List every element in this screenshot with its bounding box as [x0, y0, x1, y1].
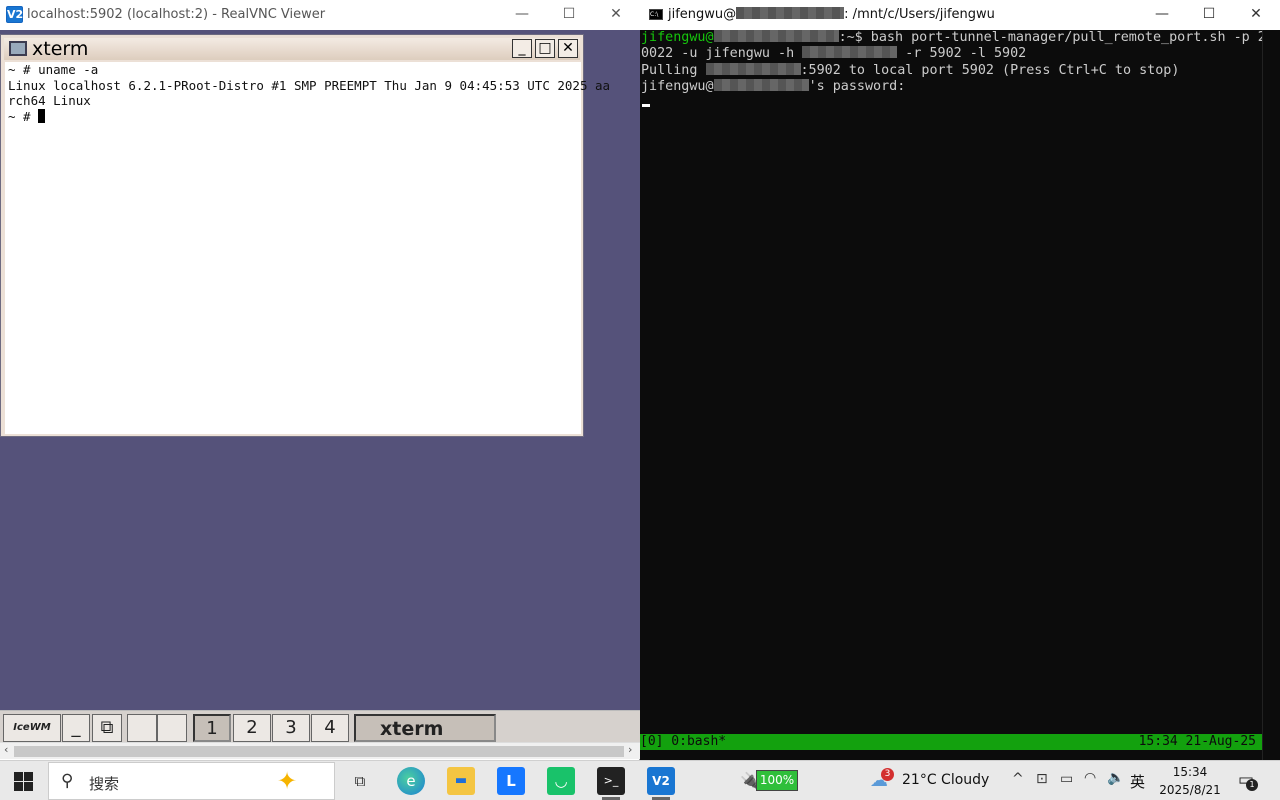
terminal-line: jifengwu@:~$ bash port-tunnel-manager/pu… — [641, 30, 1266, 45]
scroll-right-icon[interactable]: › — [628, 743, 632, 756]
minimize-all-icon[interactable]: _ — [62, 714, 90, 742]
terminal-title: jifengwu@: /mnt/c/Users/jifengwu — [668, 7, 995, 22]
lark-app-icon[interactable]: L — [497, 767, 525, 795]
clock-date: 2025/8/21 — [1159, 783, 1221, 797]
terminal-line: ~ # uname -a — [8, 62, 99, 77]
maximize-icon[interactable]: ☐ — [1199, 6, 1219, 24]
maximize-icon[interactable]: □ — [535, 39, 555, 58]
horizontal-scrollbar[interactable]: ‹ › — [0, 742, 640, 759]
terminal-window[interactable]: C:\ jifengwu@: /mnt/c/Users/jifengwu — ☐… — [640, 0, 1280, 760]
maximize-icon[interactable]: ☐ — [559, 6, 579, 24]
search-placeholder: 搜索 — [89, 775, 120, 793]
xterm-window[interactable]: xterm _ □ ✕ ~ # uname -a Linux localhost … — [0, 34, 611, 437]
file-explorer-icon[interactable]: ▬ — [447, 767, 475, 795]
windows-start-icon[interactable] — [14, 772, 33, 791]
workspace-4[interactable]: 4 — [311, 714, 349, 742]
weather-badge: 3 — [881, 768, 894, 781]
chat-app-icon[interactable]: ◡ — [547, 767, 575, 795]
text-cursor — [38, 108, 46, 123]
vnc-viewer-window: V2 localhost:5902 (localhost:2) - RealVN… — [0, 0, 640, 760]
empty-tray-button[interactable] — [157, 714, 187, 742]
speaker-icon[interactable]: 🔈 — [1107, 770, 1124, 786]
minimize-icon[interactable]: _ — [512, 39, 532, 58]
window-list-icon[interactable]: ⧉ — [92, 714, 122, 742]
text-cursor — [642, 104, 650, 107]
xterm-title: xterm — [32, 38, 89, 60]
taskbar-search-box[interactable]: ⚲ 搜索 ✦ — [48, 762, 335, 800]
windows-taskbar: ⚲ 搜索 ✦ ⧉ e ▬ L ◡ >_ V2 🔌 100% ☁ 3 21°C C… — [0, 760, 1280, 800]
search-icon: ⚲ — [61, 771, 74, 791]
terminal-output[interactable]: jifengwu@:~$ bash port-tunnel-manager/pu… — [640, 30, 1266, 734]
notification-count: 1 — [1246, 779, 1258, 791]
empty-tray-button[interactable] — [127, 714, 157, 742]
task-view-icon[interactable]: ⧉ — [346, 767, 374, 795]
close-icon[interactable]: ✕ — [1246, 6, 1266, 24]
terminal-title-bar[interactable]: C:\ jifengwu@: /mnt/c/Users/jifengwu — ☐… — [640, 0, 1280, 30]
terminal-line: 0022 -u jifengwu -h -r 5902 -l 5902 — [641, 46, 1027, 62]
battery-indicator[interactable]: 100% — [756, 770, 798, 791]
scrollbar-thumb[interactable] — [14, 746, 624, 757]
minimize-icon[interactable]: — — [512, 6, 532, 24]
minimize-icon[interactable]: — — [1152, 6, 1172, 24]
tmux-window-list: [0] 0:bash* — [640, 734, 727, 749]
tmux-clock: 15:34 21-Aug-25 — [1138, 734, 1256, 749]
workspace-1[interactable]: 1 — [193, 714, 231, 742]
workspace-3[interactable]: 3 — [272, 714, 310, 742]
icewm-start-button[interactable]: IceWM — [3, 714, 61, 742]
realvnc-taskbar-icon[interactable]: V2 — [647, 767, 675, 795]
xterm-title-bar[interactable]: xterm _ □ ✕ — [4, 38, 580, 60]
terminal-line: jifengwu@'s password: — [641, 78, 906, 94]
terminal-line: Linux localhost 6.2.1-PRoot-Distro #1 SM… — [8, 77, 611, 93]
tmux-status-bar: [0] 0:bash* 15:34 21-Aug-25 — [640, 734, 1262, 750]
edge-browser-icon[interactable]: e — [397, 767, 425, 795]
vnc-title-bar[interactable]: V2 localhost:5902 (localhost:2) - RealVN… — [0, 0, 640, 30]
terminal-line: rch64 Linux — [8, 93, 91, 108]
clock-time: 15:34 — [1172, 765, 1208, 779]
vertical-scrollbar[interactable] — [1262, 30, 1280, 760]
sparkle-icon[interactable]: ✦ — [277, 767, 297, 795]
scroll-left-icon[interactable]: ‹ — [4, 743, 8, 756]
taskbar-xterm-button[interactable]: xterm — [354, 714, 496, 742]
terminal-prompt-line: ~ # — [8, 108, 578, 125]
close-icon[interactable]: ✕ — [558, 39, 578, 58]
close-icon[interactable]: ✕ — [606, 6, 626, 24]
wifi-icon[interactable]: ◠ — [1084, 770, 1096, 786]
xterm-terminal-output[interactable]: ~ # uname -a Linux localhost 6.2.1-PRoot-… — [5, 62, 611, 434]
taskbar-clock[interactable]: 15:34 2025/8/21 — [1150, 763, 1230, 799]
terminal-app-icon[interactable]: >_ — [597, 767, 625, 795]
terminal-line: Pulling :5902 to local port 5902 (Press … — [641, 62, 1180, 78]
icewm-taskbar: IceWM _ ⧉ 1 2 3 4 xterm — [0, 710, 640, 742]
chevron-up-icon[interactable]: ^ — [1012, 771, 1024, 787]
battery-icon[interactable]: ▭ — [1060, 771, 1073, 787]
workspace-2[interactable]: 2 — [233, 714, 271, 742]
command-prompt-icon: C:\ — [649, 9, 663, 20]
computer-icon — [9, 41, 27, 56]
ime-indicator[interactable]: 英 — [1130, 771, 1145, 792]
security-icon[interactable]: ⊡ — [1036, 771, 1048, 787]
vnc-window-title: localhost:5902 (localhost:2) - RealVNC V… — [27, 7, 326, 22]
realvnc-icon: V2 — [6, 6, 24, 23]
weather-text[interactable]: 21°C Cloudy — [902, 772, 989, 788]
